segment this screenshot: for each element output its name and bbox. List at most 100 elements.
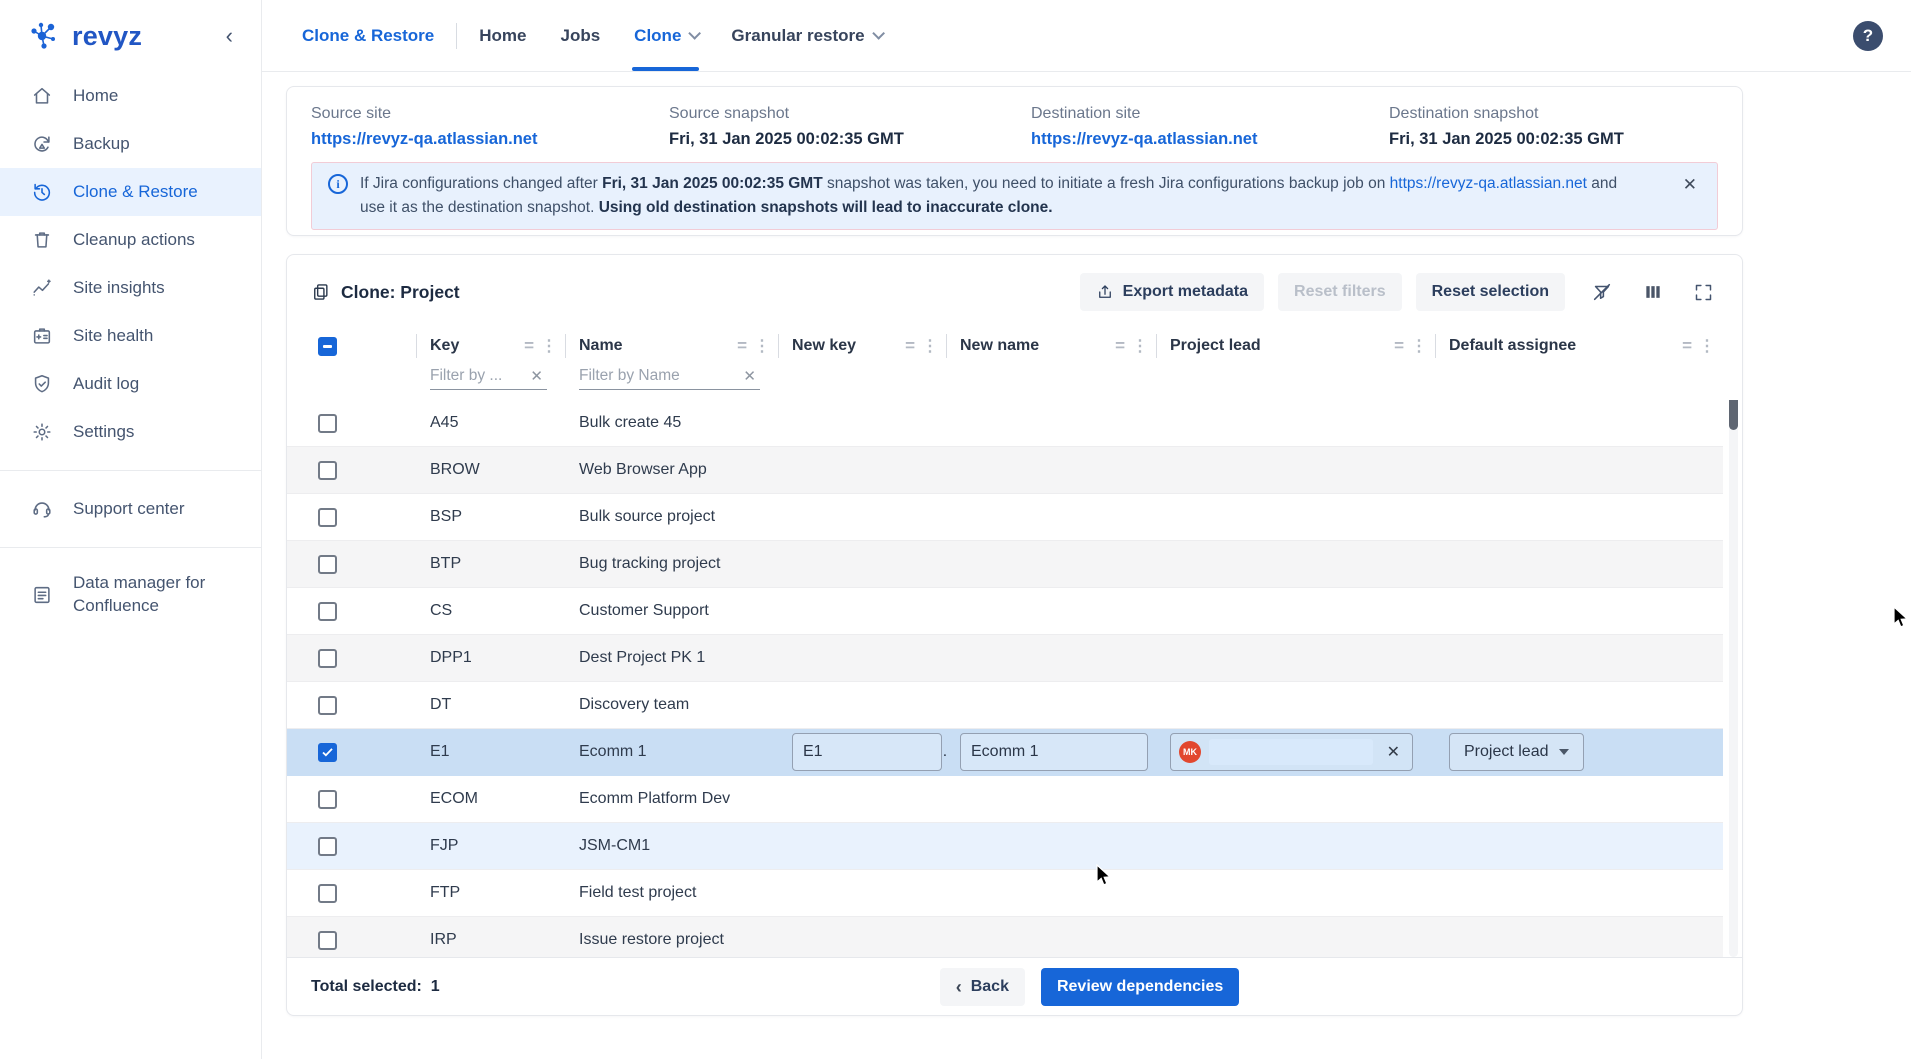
reset-filters-button[interactable]: Reset filters xyxy=(1278,273,1402,311)
tab-granular-restore[interactable]: Granular restore xyxy=(731,0,880,71)
table-row[interactable]: IRPIssue restore project xyxy=(287,917,1723,957)
column-menu-icon[interactable]: ⋮ xyxy=(1132,336,1148,356)
table-row[interactable]: DTDiscovery team xyxy=(287,682,1723,729)
fullscreen-icon[interactable] xyxy=(1689,278,1718,307)
tab-jobs[interactable]: Jobs xyxy=(560,0,600,71)
cell-key: IRP xyxy=(416,931,565,949)
breadcrumb[interactable]: Clone & Restore xyxy=(302,26,434,46)
sidebar-item-clone-restore[interactable]: Clone & Restore xyxy=(0,168,261,216)
row-checkbox[interactable] xyxy=(318,461,337,480)
tab-clone[interactable]: Clone xyxy=(634,0,697,71)
row-checkbox[interactable] xyxy=(318,837,337,856)
table-row[interactable]: DPP1Dest Project PK 1 xyxy=(287,635,1723,682)
row-checkbox[interactable] xyxy=(318,508,337,527)
tab-home[interactable]: Home xyxy=(479,0,526,71)
column-drag-icon[interactable]: = xyxy=(524,336,533,356)
export-metadata-button[interactable]: Export metadata xyxy=(1080,273,1264,311)
sidebar-divider xyxy=(0,470,261,471)
audit-log-icon xyxy=(30,372,54,396)
total-selected-value: 1 xyxy=(431,978,440,995)
tab-label: Jobs xyxy=(560,26,600,46)
sidebar-collapse-icon[interactable]: ‹ xyxy=(220,23,239,49)
vertical-scrollbar-track[interactable] xyxy=(1729,400,1738,957)
table-row[interactable]: A45Bulk create 45 xyxy=(287,400,1723,447)
sidebar-item-label: Home xyxy=(73,86,118,106)
default-assignee-dropdown[interactable]: Project lead xyxy=(1449,733,1584,771)
banner-close-icon[interactable]: ✕ xyxy=(1677,175,1703,195)
table-row[interactable]: ECOMEcomm Platform Dev xyxy=(287,776,1723,823)
row-checkbox[interactable] xyxy=(318,743,337,762)
column-menu-icon[interactable]: ⋮ xyxy=(541,336,557,356)
vertical-scrollbar-thumb[interactable] xyxy=(1729,400,1738,430)
sidebar-item-data-manager-for-confluence[interactable]: Data manager for Confluence xyxy=(0,562,261,628)
row-checkbox[interactable] xyxy=(318,696,337,715)
summary-grid: Source sitehttps://revyz-qa.atlassian.ne… xyxy=(311,105,1718,149)
column-menu-icon[interactable]: ⋮ xyxy=(754,336,770,356)
summary-field-value[interactable]: https://revyz-qa.atlassian.net xyxy=(1031,130,1389,149)
reset-selection-button[interactable]: Reset selection xyxy=(1416,273,1565,311)
export-metadata-label: Export metadata xyxy=(1123,283,1248,301)
help-icon[interactable]: ? xyxy=(1853,21,1883,51)
column-header-new-key[interactable]: New key=⋮ xyxy=(778,327,946,365)
row-checkbox[interactable] xyxy=(318,649,337,668)
column-drag-icon[interactable]: = xyxy=(905,336,914,356)
row-checkbox[interactable] xyxy=(318,414,337,433)
column-menu-icon[interactable]: ⋮ xyxy=(922,336,938,356)
clear-filter-icon[interactable]: ✕ xyxy=(526,367,547,385)
sidebar-item-settings[interactable]: Settings xyxy=(0,408,261,456)
cell-key: BROW xyxy=(416,461,565,479)
table-row[interactable]: BSPBulk source project xyxy=(287,494,1723,541)
clear-filter-icon[interactable]: ✕ xyxy=(739,367,760,385)
cell-name: Dest Project PK 1 xyxy=(565,649,778,667)
clone-project-card: Clone: Project Export metadata Reset fil… xyxy=(286,254,1743,1016)
column-header-default-assignee[interactable]: Default assignee=⋮ xyxy=(1435,327,1723,365)
column-header-key[interactable]: Key=⋮ xyxy=(416,327,565,365)
column-header-new-name[interactable]: New name=⋮ xyxy=(946,327,1156,365)
cell-name: Web Browser App xyxy=(565,461,778,479)
select-all-checkbox[interactable] xyxy=(318,337,337,356)
filter-input-name[interactable] xyxy=(579,367,739,385)
sidebar-item-cleanup-actions[interactable]: Cleanup actions xyxy=(0,216,261,264)
column-header-project-lead[interactable]: Project lead=⋮ xyxy=(1156,327,1435,365)
column-header-name[interactable]: Name=⋮ xyxy=(565,327,778,365)
project-lead-avatar: MK xyxy=(1179,741,1201,763)
review-dependencies-button[interactable]: Review dependencies xyxy=(1041,968,1239,1006)
back-button[interactable]: ‹ Back xyxy=(940,968,1025,1006)
row-checkbox[interactable] xyxy=(318,602,337,621)
default-assignee-label: Project lead xyxy=(1464,743,1549,761)
column-drag-icon[interactable]: = xyxy=(1682,336,1691,356)
table-row[interactable]: CSCustomer Support xyxy=(287,588,1723,635)
project-lead-field[interactable]: MK ✕ xyxy=(1170,733,1413,771)
sidebar-item-backup[interactable]: Backup xyxy=(0,120,261,168)
table-row[interactable]: BROWWeb Browser App xyxy=(287,447,1723,494)
row-checkbox[interactable] xyxy=(318,790,337,809)
column-menu-icon[interactable]: ⋮ xyxy=(1699,336,1715,356)
filter-off-icon[interactable] xyxy=(1587,277,1617,307)
tab-label: Home xyxy=(479,26,526,46)
table-row[interactable]: FTPField test project xyxy=(287,870,1723,917)
summary-field-value[interactable]: https://revyz-qa.atlassian.net xyxy=(311,130,669,149)
column-menu-icon[interactable]: ⋮ xyxy=(1411,336,1427,356)
sidebar-item-site-insights[interactable]: Site insights xyxy=(0,264,261,312)
column-drag-icon[interactable]: = xyxy=(1394,336,1403,356)
row-checkbox[interactable] xyxy=(318,931,337,950)
columns-icon[interactable] xyxy=(1639,278,1667,306)
column-drag-icon[interactable]: = xyxy=(1115,336,1124,356)
new-name-input[interactable] xyxy=(960,733,1148,771)
sidebar-item-support-center[interactable]: Support center xyxy=(0,485,261,533)
row-checkbox[interactable] xyxy=(318,555,337,574)
sidebar-item-home[interactable]: Home xyxy=(0,72,261,120)
filter-input-key[interactable] xyxy=(430,367,526,385)
new-key-input[interactable] xyxy=(792,733,942,771)
banner-link[interactable]: https://revyz-qa.atlassian.net xyxy=(1390,175,1587,192)
clear-lead-icon[interactable]: ✕ xyxy=(1383,742,1404,762)
table-row[interactable]: FJPJSM-CM1 xyxy=(287,823,1723,870)
row-checkbox[interactable] xyxy=(318,884,337,903)
table-row[interactable]: BTPBug tracking project xyxy=(287,541,1723,588)
sidebar-item-audit-log[interactable]: Audit log xyxy=(0,360,261,408)
column-drag-icon[interactable]: = xyxy=(737,336,746,356)
sidebar-item-site-health[interactable]: Site health xyxy=(0,312,261,360)
sidebar-item-label: Audit log xyxy=(73,374,139,394)
dropdown-caret-icon xyxy=(1559,749,1569,755)
table-row[interactable]: E1Ecomm 1MK✕Project lead xyxy=(287,729,1723,776)
